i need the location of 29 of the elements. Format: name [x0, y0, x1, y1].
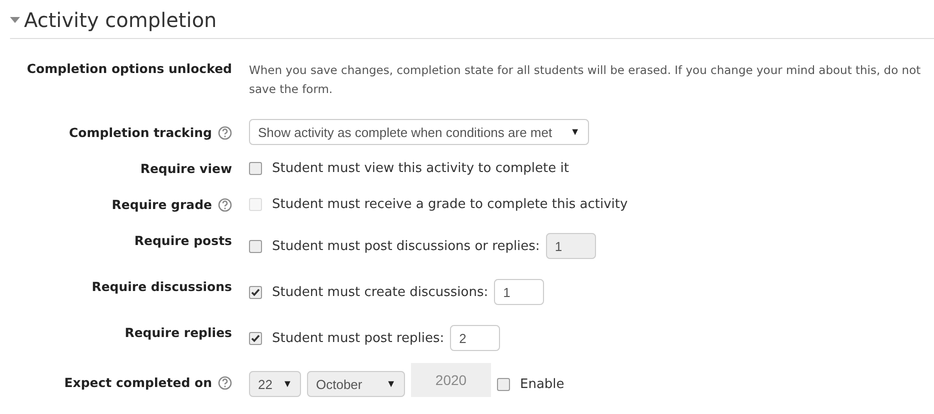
help-icon[interactable]	[218, 376, 232, 390]
field-label: Require grade	[112, 197, 212, 212]
checkbox[interactable]	[249, 162, 262, 175]
count-field[interactable]: 1	[494, 279, 544, 305]
checkbox-label: Student must view this activity to complete it	[272, 161, 569, 176]
day-select[interactable]: 22 ▼	[249, 371, 301, 397]
collapse-caret-icon[interactable]	[10, 16, 20, 24]
warning-note: When you save changes, completion state for all students will be erased. If you change your mind about this, do not save the form.	[249, 62, 922, 98]
field-label: Require discussions	[92, 279, 232, 294]
checkbox[interactable]	[497, 378, 510, 390]
tracking-select[interactable]: Show activity as complete when conditions are met ▼	[249, 119, 589, 145]
checkbox[interactable]	[249, 332, 262, 344]
month-select[interactable]: October ▼	[307, 371, 405, 397]
count-field[interactable]: 2	[450, 325, 500, 351]
section-title: Activity completion	[24, 8, 217, 32]
checkbox[interactable]	[249, 240, 262, 252]
field-label: Require posts	[134, 233, 232, 248]
checkbox-label: Student must create discussions:	[272, 284, 488, 300]
field-label: Completion options unlocked	[26, 61, 232, 76]
checkbox[interactable]	[249, 286, 262, 298]
enable-label: Enable	[520, 376, 564, 392]
field-label: Require view	[140, 161, 232, 176]
checkbox-label: Student must post discussions or replies:	[272, 238, 540, 254]
field-label: Require replies	[124, 325, 232, 340]
checkbox-label: Student must post replies:	[272, 330, 444, 346]
field-label: Completion tracking	[68, 125, 212, 140]
field-label: Expect completed on	[64, 375, 212, 390]
checkbox-label: Student must receive a grade to complete this activity	[272, 197, 628, 212]
help-icon[interactable]	[218, 126, 232, 140]
